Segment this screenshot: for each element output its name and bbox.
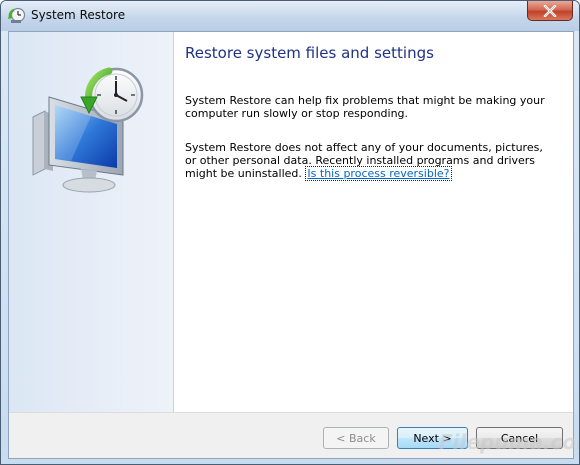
side-panel [9,32,174,412]
reversible-help-link[interactable]: Is this process reversible? [305,166,452,181]
page-title: Restore system files and settings [185,44,434,62]
dialog-body: Restore system files and settings System… [8,31,579,459]
computer-clock-restore-icon [31,57,151,197]
cancel-button[interactable]: Cancel [476,427,563,449]
next-button[interactable]: Next > [397,427,468,449]
button-bar: < Back Next > Cancel [9,412,573,458]
close-icon [543,4,557,17]
info-text: System Restore does not affect any of yo… [185,141,555,181]
system-restore-window: System Restore Restore system files and … [0,0,580,465]
close-button[interactable] [527,1,573,21]
title-bar[interactable]: System Restore [1,1,579,31]
description-text: System Restore can help fix problems tha… [185,94,545,120]
system-restore-icon [8,7,26,25]
back-button[interactable]: < Back [323,427,389,449]
content-pane: Restore system files and settings System… [174,32,573,412]
window-title: System Restore [31,8,126,22]
